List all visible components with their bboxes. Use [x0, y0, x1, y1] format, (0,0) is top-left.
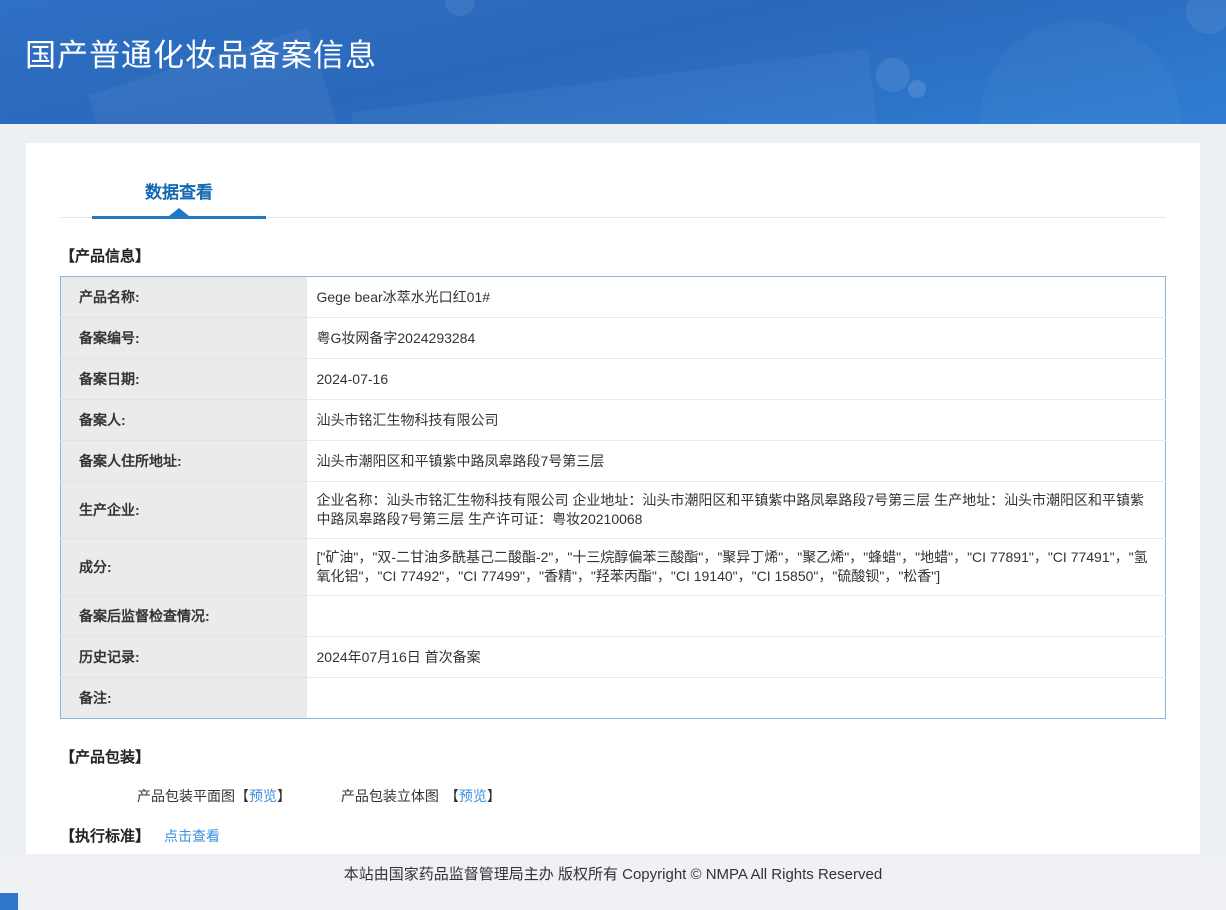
row-value: 2024-07-16	[306, 358, 1166, 400]
footer-text: 本站由国家药品监督管理局主办 版权所有 Copyright © NMPA All…	[343, 866, 883, 883]
tab-strip: 数据查看	[60, 165, 1166, 219]
bottom-left-blue-square	[0, 893, 18, 910]
row-label: 历史记录:	[60, 636, 307, 678]
row-product-name: 产品名称: Gege bear冰萃水光口红01#	[60, 276, 1166, 318]
deco-circle-icon	[876, 58, 910, 92]
row-label: 生产企业:	[60, 481, 307, 539]
row-filing-number: 备案编号: 粤G妆网备字2024293284	[60, 317, 1166, 359]
row-value	[306, 677, 1166, 719]
row-label: 备注:	[60, 677, 307, 719]
standards-view-link[interactable]: 点击查看	[164, 828, 220, 844]
packaging-section-title: 【产品包装】	[60, 749, 151, 766]
row-label: 备案编号:	[60, 317, 307, 359]
deco-circle-icon	[445, 0, 475, 16]
standards-title: 【执行标准】	[60, 828, 151, 845]
packaging-3d-label: 产品包装立体图	[340, 788, 439, 804]
row-value: 2024年07月16日 首次备案	[306, 636, 1166, 678]
bracket-open: 【	[444, 788, 459, 804]
row-manufacturer: 生产企业: 企业名称：汕头市铭汇生物科技有限公司 企业地址：汕头市潮阳区和平镇紫…	[60, 481, 1166, 539]
row-label: 备案人:	[60, 399, 307, 441]
row-filing-date: 备案日期: 2024-07-16	[60, 358, 1166, 400]
bracket-close: 】	[277, 788, 291, 804]
page-title: 国产普通化妆品备案信息	[25, 38, 377, 73]
deco-polygon	[351, 48, 889, 124]
row-post-filing-inspection: 备案后监督检查情况:	[60, 595, 1166, 637]
row-history: 历史记录: 2024年07月16日 首次备案	[60, 636, 1166, 678]
row-label: 备案日期:	[60, 358, 307, 400]
row-value: 汕头市铭汇生物科技有限公司	[306, 399, 1166, 441]
bracket-close: 】	[486, 788, 501, 804]
packaging-line: 产品包装平面图【预览】 产品包装立体图 【预览】	[60, 786, 1166, 806]
row-label: 成分:	[60, 538, 307, 596]
deco-circle-icon	[1186, 0, 1226, 34]
row-value: 粤G妆网备字2024293284	[306, 317, 1166, 359]
standards-line: 【执行标准】 点击查看	[60, 825, 1166, 846]
tab-active-indicator	[92, 216, 266, 219]
product-info-table: 产品名称: Gege bear冰萃水光口红01# 备案编号: 粤G妆网备字202…	[60, 276, 1166, 719]
preview-link-3d[interactable]: 预览	[459, 788, 487, 804]
content-card: 数据查看 【产品信息】 产品名称: Gege bear冰萃水光口红01# 备案编…	[26, 143, 1200, 885]
packaging-3d-item: 产品包装立体图 【预览】	[341, 786, 501, 806]
row-value: ["矿油"，"双-二甘油多酰基己二酸酯-2"，"十三烷醇偏苯三酸酯"，"聚异丁烯…	[306, 538, 1166, 596]
row-remarks: 备注:	[60, 677, 1166, 719]
row-value	[306, 595, 1166, 637]
packaging-flat-item: 产品包装平面图【预览】	[137, 786, 291, 806]
page-footer: 本站由国家药品监督管理局主办 版权所有 Copyright © NMPA All…	[0, 854, 1226, 910]
row-value: 汕头市潮阳区和平镇紫中路凤皋路段7号第三层	[306, 440, 1166, 482]
row-label: 备案后监督检查情况:	[60, 595, 307, 637]
bracket-open: 【	[235, 788, 249, 804]
row-filer-address: 备案人住所地址: 汕头市潮阳区和平镇紫中路凤皋路段7号第三层	[60, 440, 1166, 482]
row-ingredients: 成分: ["矿油"，"双-二甘油多酰基己二酸酯-2"，"十三烷醇偏苯三酸酯"，"…	[60, 538, 1166, 596]
preview-link-flat[interactable]: 预览	[249, 788, 277, 804]
row-value: Gege bear冰萃水光口红01#	[306, 276, 1166, 318]
row-value: 企业名称：汕头市铭汇生物科技有限公司 企业地址：汕头市潮阳区和平镇紫中路凤皋路段…	[306, 481, 1166, 539]
deco-circle-icon	[980, 20, 1180, 124]
row-filer: 备案人: 汕头市铭汇生物科技有限公司	[60, 399, 1166, 441]
product-info-section-title: 【产品信息】	[60, 248, 151, 265]
page-header: 国产普通化妆品备案信息	[0, 0, 1226, 124]
packaging-flat-label: 产品包装平面图	[137, 788, 235, 804]
deco-circle-icon	[908, 80, 926, 98]
tab-data-view[interactable]: 数据查看	[92, 178, 266, 203]
row-label: 产品名称:	[60, 276, 307, 318]
row-label: 备案人住所地址:	[60, 440, 307, 482]
